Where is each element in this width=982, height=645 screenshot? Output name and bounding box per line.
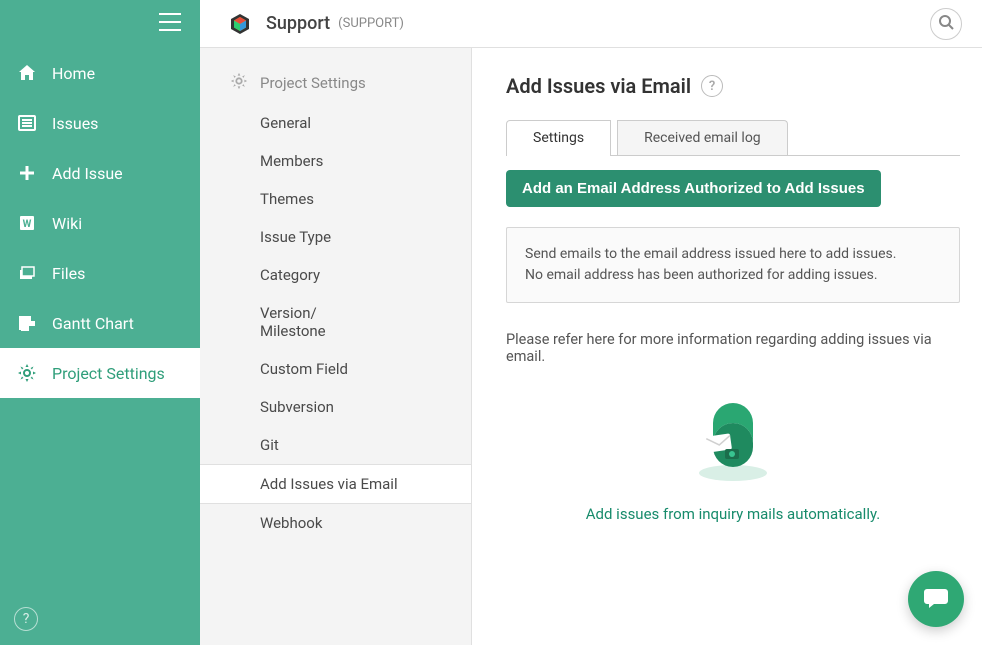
settings-item-subversion[interactable]: Subversion [200,388,471,426]
mailbox-illustration-wrap: Add issues from inquiry mails automatica… [506,387,960,523]
sidebar-item-label: Wiki [52,214,82,233]
sidebar-item-label: Home [52,64,95,83]
search-button[interactable] [930,8,962,40]
chat-fab[interactable] [908,571,964,627]
sidebar-help-button[interactable]: ? [14,607,38,631]
tabs: Settings Received email log [506,120,960,155]
wiki-icon: W [16,213,38,233]
page-title: Add Issues via Email [506,74,691,98]
home-icon [16,63,38,83]
sidebar-item-gantt[interactable]: Gantt Chart [0,298,200,348]
sidebar-item-label: Project Settings [52,364,165,383]
sidebar-item-label: Issues [52,114,98,133]
sidebar-item-issues[interactable]: Issues [0,98,200,148]
project-logo-icon [228,12,252,36]
settings-item-issue-type[interactable]: Issue Type [200,218,471,256]
info-note: Please refer here for more information r… [506,331,960,365]
gantt-icon [16,313,38,333]
add-email-button[interactable]: Add an Email Address Authorized to Add I… [506,170,881,207]
settings-item-add-issues-email[interactable]: Add Issues via Email [200,464,471,504]
svg-text:W: W [23,219,32,230]
tab-received-email-log[interactable]: Received email log [617,120,788,155]
info-box: Send emails to the email address issued … [506,227,960,303]
settings-item-themes[interactable]: Themes [200,180,471,218]
main-content: Add Issues via Email ? Settings Received… [472,48,982,645]
page-title-row: Add Issues via Email ? [506,74,960,98]
gear-icon [16,363,38,383]
info-line-1: Send emails to the email address issued … [525,244,941,265]
settings-item-git[interactable]: Git [200,426,471,464]
info-line-2: No email address has been authorized for… [525,265,941,286]
sidebar-item-label: Files [52,264,85,283]
sidebar-item-files[interactable]: Files [0,248,200,298]
list-icon [16,113,38,133]
help-icon: ? [23,611,30,627]
settings-item-custom-field[interactable]: Custom Field [200,350,471,388]
sidebar-item-project-settings[interactable]: Project Settings [0,348,200,398]
settings-item-webhook[interactable]: Webhook [200,504,471,542]
main-sidebar: Home Issues Add Issue W Wiki Files Gantt… [0,0,200,645]
settings-sidebar: Project Settings General Members Themes … [200,48,472,645]
chat-icon [922,583,950,615]
project-code: (SUPPORT) [338,16,404,31]
sidebar-item-label: Add Issue [52,164,123,183]
gear-icon [230,72,248,94]
settings-header: Project Settings [200,72,471,104]
hamburger-icon [158,13,182,35]
plus-icon [16,163,38,183]
sidebar-item-wiki[interactable]: W Wiki [0,198,200,248]
settings-item-general[interactable]: General [200,104,471,142]
header-bar: Support (SUPPORT) [200,0,982,48]
settings-item-members[interactable]: Members [200,142,471,180]
settings-header-label: Project Settings [260,74,366,92]
sidebar-item-label: Gantt Chart [52,314,134,333]
sidebar-item-home[interactable]: Home [0,48,200,98]
sidebar-toggle[interactable] [0,0,200,48]
tab-body: Add an Email Address Authorized to Add I… [506,155,960,523]
settings-item-version-milestone[interactable]: Version/ Milestone [200,294,471,350]
mailbox-icon [685,471,781,487]
files-icon [16,263,38,283]
auto-add-link[interactable]: Add issues from inquiry mails automatica… [586,505,881,523]
search-icon [938,14,954,34]
project-name: Support [266,13,330,34]
help-icon: ? [709,79,715,94]
page-help-button[interactable]: ? [701,75,723,97]
settings-item-category[interactable]: Category [200,256,471,294]
tab-settings[interactable]: Settings [506,120,611,155]
sidebar-item-add-issue[interactable]: Add Issue [0,148,200,198]
